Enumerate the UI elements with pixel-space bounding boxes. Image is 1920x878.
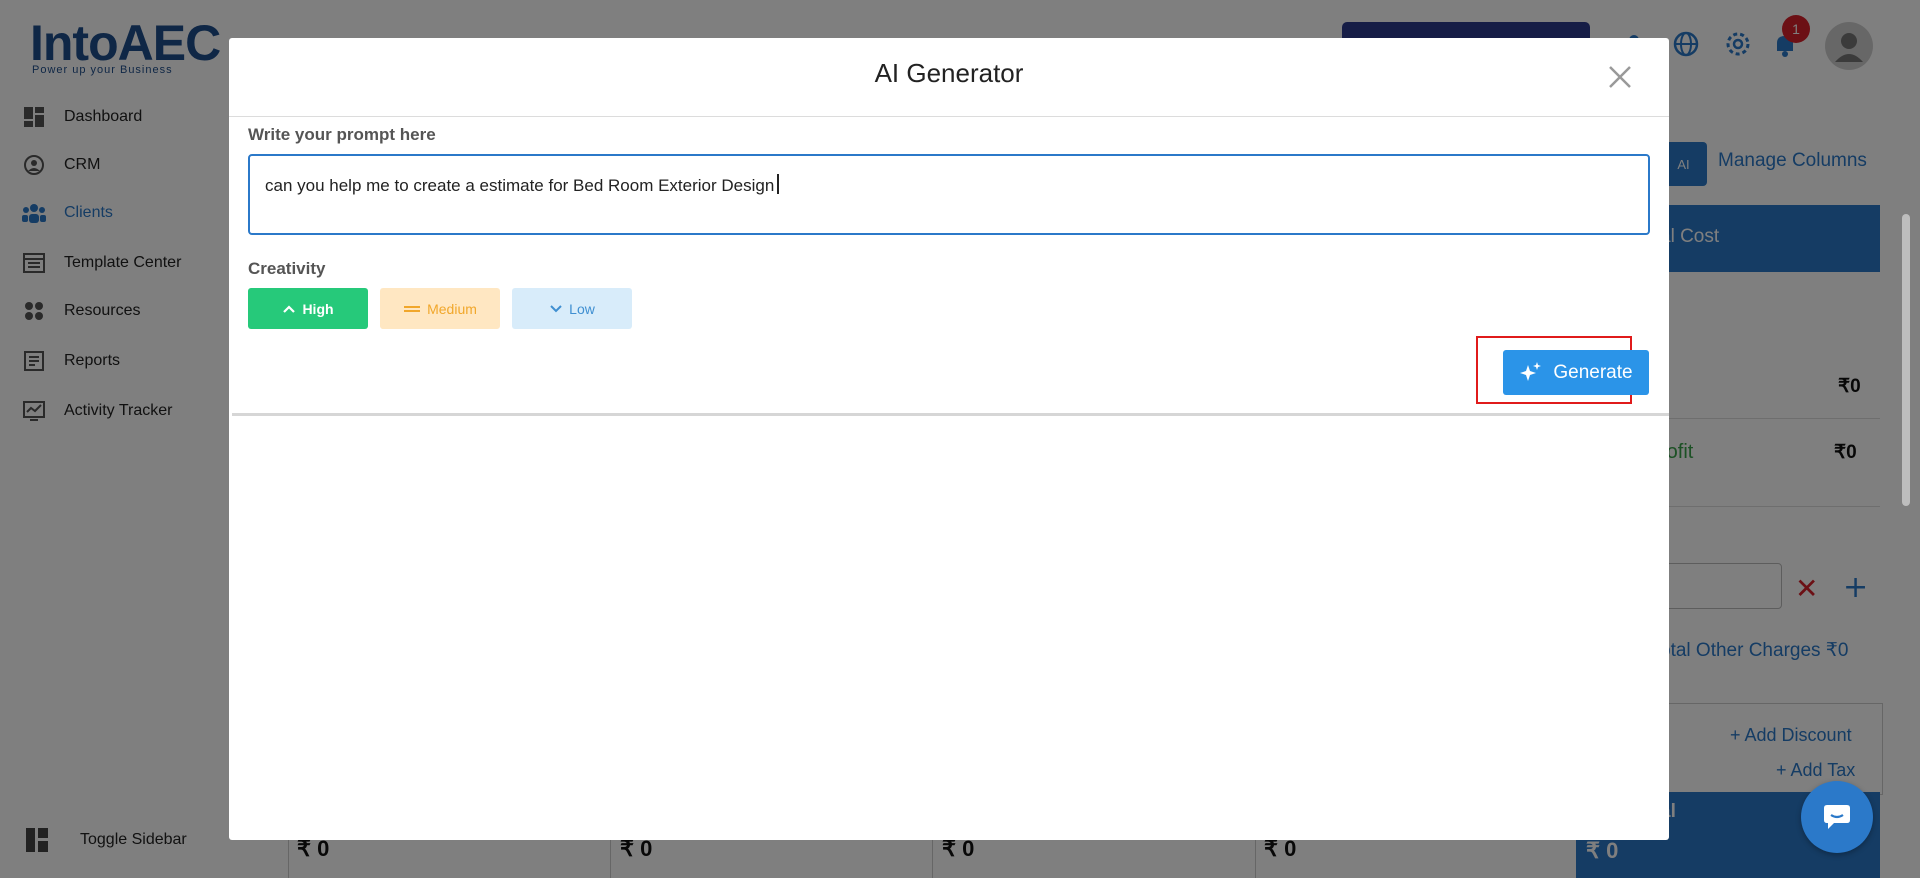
creativity-high-button[interactable]: High xyxy=(248,288,368,329)
creativity-low-label: Low xyxy=(569,300,595,317)
prompt-textarea[interactable]: can you help me to create a estimate for… xyxy=(248,154,1650,235)
app-page: IntoAEC Power up your Business Dashboard… xyxy=(0,0,1920,878)
ai-generator-modal: AI Generator Write your prompt here can … xyxy=(229,38,1669,840)
modal-divider xyxy=(232,413,1669,416)
chevron-up-icon xyxy=(282,304,296,314)
generate-button[interactable]: Generate xyxy=(1503,350,1649,395)
equals-icon xyxy=(403,304,421,314)
page-scrollbar[interactable] xyxy=(1902,214,1910,506)
sparkle-icon xyxy=(1519,361,1543,385)
creativity-high-label: High xyxy=(302,300,334,317)
close-icon[interactable] xyxy=(1605,62,1635,92)
prompt-text: can you help me to create a estimate for… xyxy=(265,176,775,195)
chevron-down-icon xyxy=(549,304,563,314)
modal-header: AI Generator xyxy=(229,38,1669,117)
modal-title: AI Generator xyxy=(874,58,1024,88)
creativity-medium-button[interactable]: Medium xyxy=(380,288,500,329)
creativity-label: Creativity xyxy=(248,259,326,278)
creativity-medium-label: Medium xyxy=(427,300,477,317)
text-caret xyxy=(777,174,780,194)
prompt-label: Write your prompt here xyxy=(248,125,436,144)
creativity-low-button[interactable]: Low xyxy=(512,288,632,329)
generate-label: Generate xyxy=(1553,361,1633,383)
chat-icon xyxy=(1822,804,1852,830)
chat-button[interactable] xyxy=(1801,781,1873,853)
